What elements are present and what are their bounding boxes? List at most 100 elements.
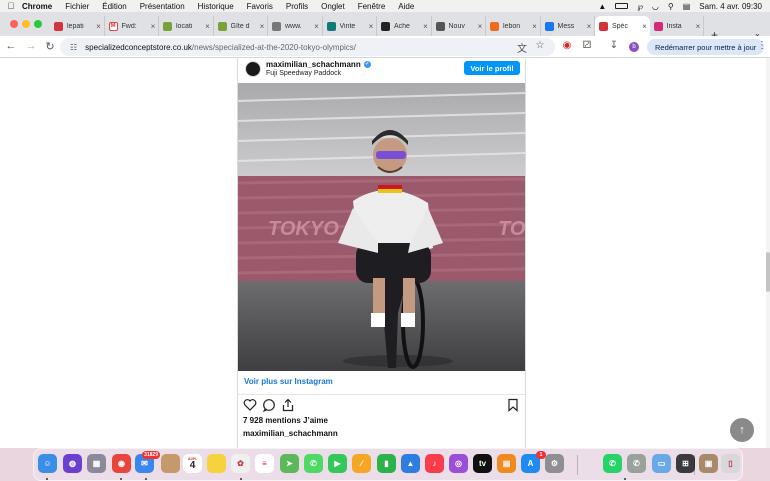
tab-close-icon[interactable]: × [203, 22, 213, 31]
status-search-icon[interactable]: ⚲ [668, 2, 674, 11]
instagram-username[interactable]: maximilian_schachmann [266, 60, 361, 69]
caption-username[interactable]: maximilian_schachmann [243, 429, 338, 438]
tab-7[interactable]: Nouv × [432, 16, 486, 36]
settings-icon[interactable]: ⚙ [545, 454, 564, 473]
tab-close-icon[interactable]: × [421, 22, 431, 31]
tab-6[interactable]: Ache × [377, 16, 432, 36]
trash-icon[interactable]: ▯ [721, 454, 740, 473]
menu-app-name[interactable]: Chrome [22, 2, 52, 11]
tab-5[interactable]: Vinte × [323, 16, 377, 36]
download-icon[interactable]: ↧ [607, 40, 621, 51]
view-profile-button[interactable]: Voir le profil [464, 61, 520, 75]
tab-close-icon[interactable]: × [640, 22, 650, 31]
view-more-instagram-link[interactable]: Voir plus sur Instagram [244, 377, 333, 386]
status-wifi-icon[interactable]: ◡ [652, 2, 659, 11]
status-clock[interactable]: Sam. 4 avr. 09:30 [699, 2, 762, 11]
podcasts-icon[interactable]: ◎ [449, 454, 468, 473]
restart-update-button[interactable]: Redémarrer pour mettre à jour [647, 39, 765, 55]
tab-close-icon[interactable]: × [475, 22, 485, 31]
maps-icon[interactable]: ➤ [280, 454, 299, 473]
site-info-icon[interactable]: ☷ [70, 43, 77, 52]
photo-stack-icon[interactable]: ▣ [699, 454, 718, 473]
close-window-button[interactable] [10, 20, 18, 28]
appstore-icon[interactable]: A1 [521, 451, 546, 473]
translate-icon[interactable]: 文 [515, 40, 529, 55]
tab-8[interactable]: lebon × [486, 16, 541, 36]
keynote-icon[interactable]: ▲ [401, 454, 420, 473]
tab-close-icon[interactable]: × [530, 22, 540, 31]
tab-4[interactable]: www. × [268, 16, 323, 36]
apple-menu-icon[interactable]:  [0, 1, 22, 11]
zoom-window-button[interactable] [34, 20, 42, 28]
status-battery-icon[interactable] [615, 3, 629, 9]
tab-9[interactable]: Mess × [541, 16, 595, 36]
tab-3[interactable]: Gîte d × [214, 16, 268, 36]
tab-close-icon[interactable]: × [94, 22, 104, 31]
menu-view[interactable]: Présentation [140, 2, 185, 11]
menu-bookmarks[interactable]: Favoris [247, 2, 273, 11]
tab-close-icon[interactable]: × [148, 22, 158, 31]
tab-11[interactable]: Insta × [650, 16, 704, 36]
tab-10[interactable]: Spéc × [595, 16, 650, 36]
extensions-puzzle-icon[interactable]: ⚂ [580, 40, 594, 51]
whatsapp2-icon[interactable]: ✆ [627, 454, 646, 473]
status-bluetooth-icon[interactable]: ℘ [637, 2, 643, 11]
back-arrow-icon[interactable]: ← [4, 40, 18, 52]
facetime-icon[interactable]: ▶ [328, 454, 347, 473]
status-control-center-icon[interactable]: ▤ [683, 2, 691, 11]
tab-close-icon[interactable]: × [584, 22, 594, 31]
menu-profiles[interactable]: Profils [286, 2, 308, 11]
profile-avatar[interactable]: b [629, 42, 639, 52]
instagram-photo[interactable]: TOKYO 2020 TOKYO 2020 [238, 83, 525, 371]
menu-window[interactable]: Fenêtre [358, 2, 386, 11]
music-icon[interactable]: ♪ [425, 454, 444, 473]
launchpad-icon[interactable]: ▦ [87, 454, 106, 473]
tab-close-icon[interactable]: × [693, 22, 703, 31]
tab-1[interactable]: M Fwd: × [105, 16, 159, 36]
share-icon[interactable] [281, 398, 295, 412]
extension-opera-icon[interactable]: ◉ [560, 40, 574, 51]
instagram-avatar[interactable] [245, 61, 261, 77]
books-icon[interactable]: ▤ [497, 454, 516, 473]
messages-icon[interactable]: ✆ [304, 454, 323, 473]
menu-tab[interactable]: Onglet [321, 2, 345, 11]
menu-help[interactable]: Aide [398, 2, 414, 11]
appletv-icon[interactable]: tv [473, 454, 492, 473]
calculator-icon[interactable]: ⊞ [676, 454, 695, 473]
siri-icon[interactable]: ◍ [63, 454, 82, 473]
photos-icon[interactable]: ✿ [231, 454, 250, 473]
instagram-username-row[interactable]: maximilian_schachmann ✓ [266, 60, 371, 69]
status-up-icon[interactable]: ▲ [598, 2, 606, 11]
notes-icon[interactable] [207, 454, 226, 473]
numbers-icon[interactable]: ▮ [377, 454, 396, 473]
tab-close-icon[interactable]: × [366, 22, 376, 31]
whatsapp-icon[interactable]: ✆ [603, 454, 622, 473]
comment-bubble-icon[interactable] [262, 398, 276, 412]
chrome-icon[interactable]: ◉ [112, 454, 131, 473]
finder-icon[interactable]: ☺ [38, 454, 57, 473]
minimize-window-button[interactable] [22, 20, 30, 28]
save-bookmark-icon[interactable] [506, 398, 520, 412]
mail-icon[interactable]: ✉ 31829 [135, 451, 160, 473]
reload-icon[interactable]: ↻ [43, 40, 57, 53]
bookmark-star-icon[interactable]: ☆ [533, 40, 547, 51]
menu-history[interactable]: Historique [198, 2, 234, 11]
freeform-icon[interactable]: ∕ [352, 454, 371, 473]
instagram-location[interactable]: Fuji Speedway Paddock [266, 70, 341, 77]
tab-2[interactable]: locati × [159, 16, 214, 36]
reminders-icon[interactable]: ≡ [255, 454, 274, 473]
page-scrollbar-thumb[interactable] [766, 252, 770, 292]
menu-file[interactable]: Fichier [65, 2, 89, 11]
preview-icon[interactable]: ▭ [652, 454, 671, 473]
tab-close-icon[interactable]: × [257, 22, 267, 31]
calendar-icon[interactable]: AVR. 4 [183, 454, 202, 473]
address-bar[interactable]: ☷ specializedconceptstore.co.uk/news/spe… [60, 38, 555, 56]
forward-arrow-icon[interactable]: → [24, 40, 38, 52]
contacts-icon[interactable] [161, 454, 180, 473]
menu-kebab-icon[interactable]: ⋮ [757, 40, 767, 51]
like-heart-icon[interactable] [243, 398, 257, 412]
tab-close-icon[interactable]: × [312, 22, 322, 31]
tab-0[interactable]: lepati × [50, 16, 105, 36]
menu-edit[interactable]: Édition [102, 2, 126, 11]
scroll-to-top-button[interactable]: ↑ [730, 418, 754, 442]
